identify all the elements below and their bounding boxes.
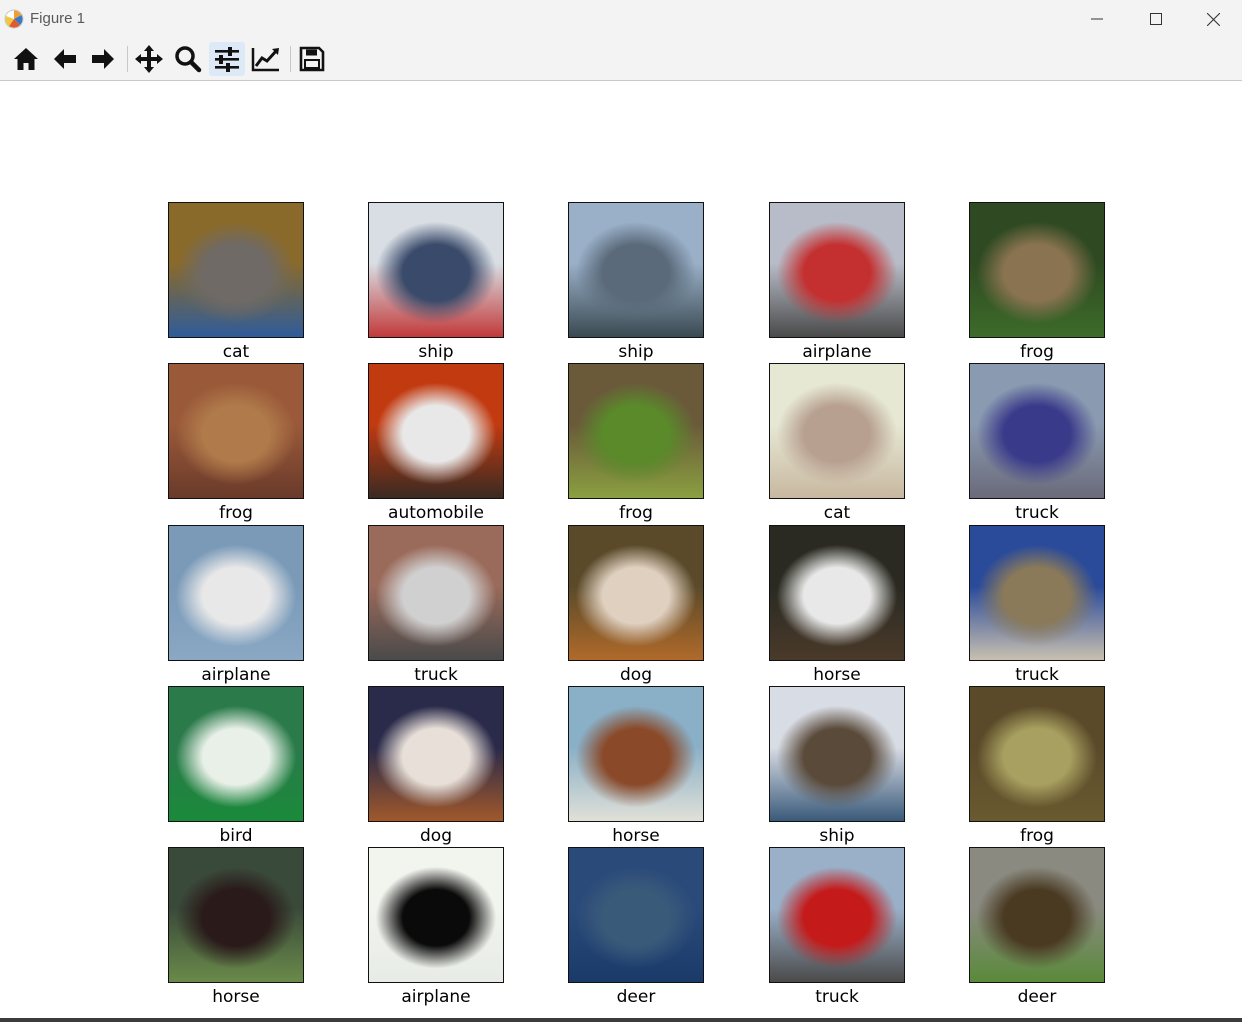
image-label: truck — [1015, 503, 1059, 523]
image-label: cat — [222, 342, 250, 362]
sliders-icon — [215, 47, 239, 72]
image-thumbnail — [969, 363, 1105, 499]
save-icon — [299, 46, 325, 72]
move-icon — [135, 45, 163, 73]
maximize-button[interactable] — [1127, 0, 1185, 38]
customize-button[interactable] — [248, 42, 284, 76]
image-label: airplane — [802, 342, 872, 362]
image-thumbnail — [769, 525, 905, 661]
image-label: dog — [620, 665, 652, 685]
image-thumbnail — [368, 686, 504, 822]
minimize-icon — [1091, 18, 1103, 20]
forward-button[interactable] — [85, 42, 121, 76]
image-label: horse — [212, 987, 260, 1007]
toolbar-separator — [127, 46, 128, 72]
image-label: frog — [1020, 826, 1054, 846]
image-thumbnail — [368, 847, 504, 983]
close-icon — [1206, 12, 1220, 26]
maximize-icon — [1150, 13, 1162, 25]
line-chart-icon — [251, 48, 279, 72]
image-thumbnail — [769, 363, 905, 499]
navigation-toolbar — [0, 38, 1242, 81]
image-label: ship — [418, 342, 454, 362]
matplotlib-icon — [4, 9, 24, 29]
image-label: airplane — [401, 987, 471, 1007]
image-label: deer — [1017, 987, 1057, 1007]
image-label: cat — [823, 503, 851, 523]
window-title: Figure 1 — [30, 10, 86, 27]
image-label: ship — [618, 342, 654, 362]
image-thumbnail — [568, 525, 704, 661]
home-icon — [14, 48, 38, 70]
image-label: truck — [414, 665, 458, 685]
image-label: automobile — [388, 503, 484, 523]
image-label: dog — [420, 826, 452, 846]
minimize-button[interactable] — [1068, 0, 1126, 38]
image-thumbnail — [969, 202, 1105, 338]
image-label: bird — [219, 826, 253, 846]
image-thumbnail — [969, 847, 1105, 983]
zoom-button[interactable] — [170, 42, 206, 76]
window-bottom-border — [0, 1018, 1242, 1022]
subplots-button[interactable] — [209, 42, 245, 76]
image-thumbnail — [368, 363, 504, 499]
image-label: ship — [819, 826, 855, 846]
image-label: truck — [1015, 665, 1059, 685]
image-thumbnail — [568, 686, 704, 822]
image-label: airplane — [201, 665, 271, 685]
image-thumbnail — [969, 686, 1105, 822]
toolbar-separator — [290, 46, 291, 72]
image-label: frog — [1020, 342, 1054, 362]
image-thumbnail — [769, 686, 905, 822]
pan-button[interactable] — [131, 42, 167, 76]
image-thumbnail — [568, 363, 704, 499]
image-label: frog — [619, 503, 653, 523]
home-button[interactable] — [8, 42, 44, 76]
arrow-right-icon — [92, 49, 114, 69]
magnifier-icon — [175, 46, 202, 73]
back-button[interactable] — [47, 42, 83, 76]
image-thumbnail — [769, 847, 905, 983]
title-bar: Figure 1 — [0, 0, 1242, 39]
arrow-left-icon — [54, 49, 76, 69]
image-thumbnail — [568, 847, 704, 983]
image-thumbnail — [168, 525, 304, 661]
figure-canvas: cat ship ship airplane frog frog automobile fro… — [0, 81, 1242, 1018]
image-label: frog — [219, 503, 253, 523]
image-thumbnail — [168, 847, 304, 983]
image-thumbnail — [368, 202, 504, 338]
image-label: truck — [815, 987, 859, 1007]
image-thumbnail — [568, 202, 704, 338]
image-thumbnail — [168, 202, 304, 338]
image-thumbnail — [969, 525, 1105, 661]
image-thumbnail — [168, 363, 304, 499]
image-label: horse — [612, 826, 660, 846]
image-thumbnail — [168, 686, 304, 822]
image-thumbnail — [368, 525, 504, 661]
close-button[interactable] — [1184, 0, 1242, 38]
save-button[interactable] — [294, 42, 330, 76]
image-label: deer — [616, 987, 656, 1007]
image-label: horse — [813, 665, 861, 685]
image-thumbnail — [769, 202, 905, 338]
